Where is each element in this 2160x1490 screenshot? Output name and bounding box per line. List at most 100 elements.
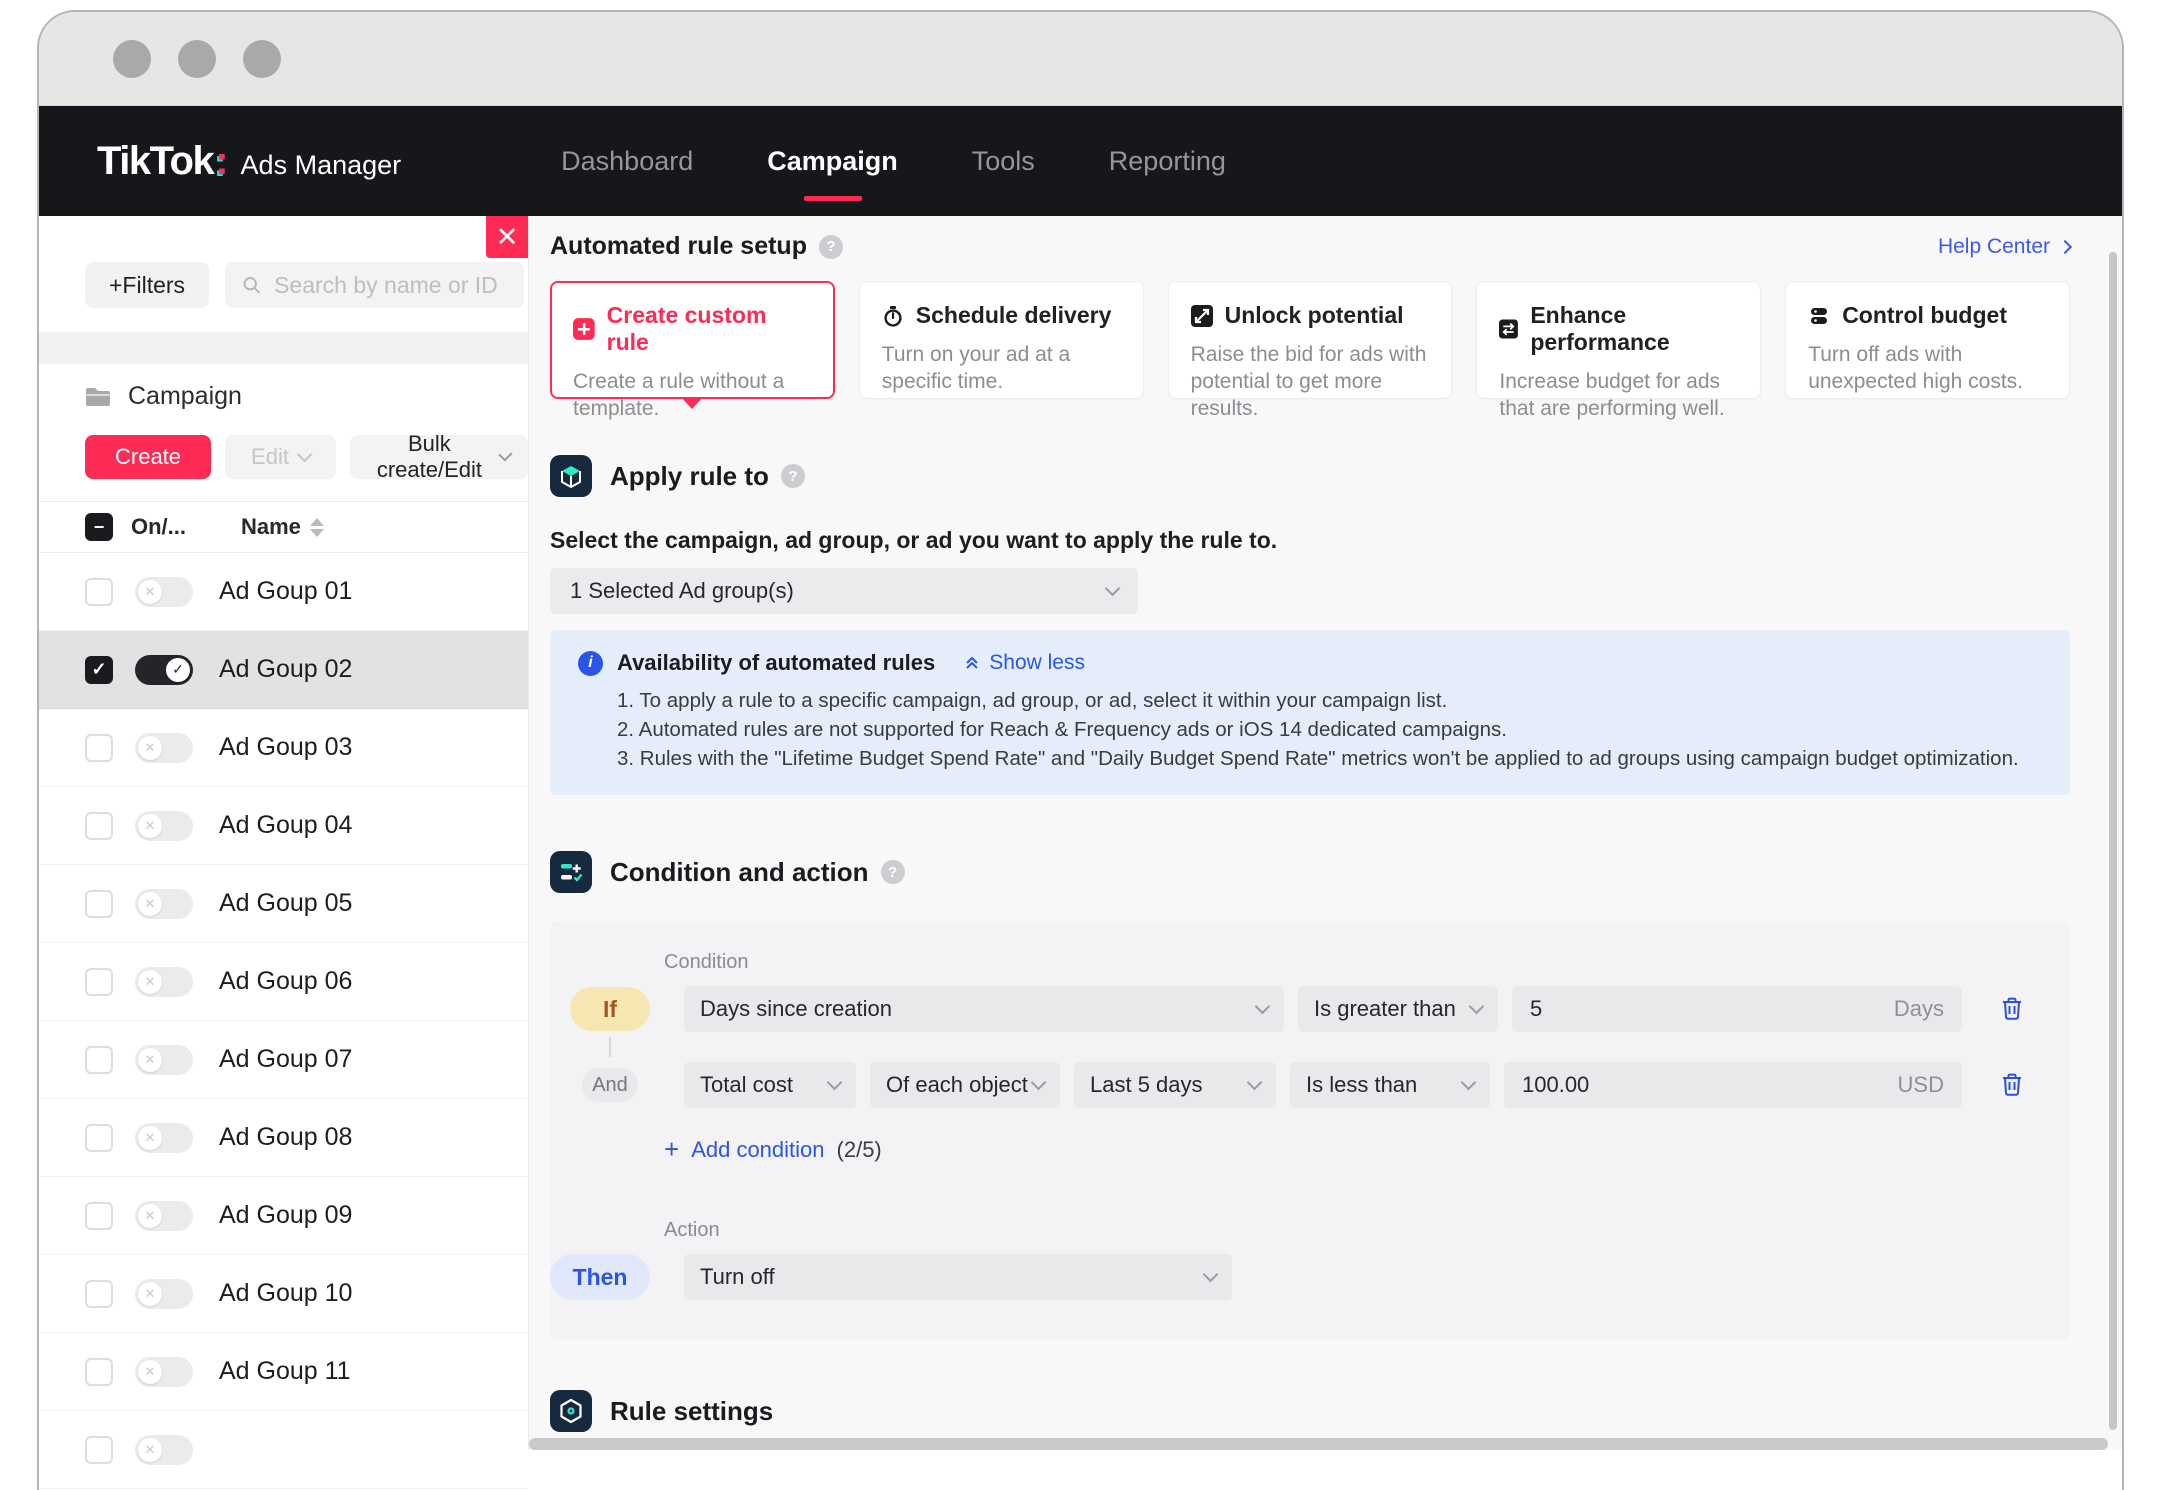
row-toggle[interactable]: ✕ [135, 576, 193, 607]
threshold-input[interactable]: 100.00 USD [1504, 1062, 1962, 1108]
row-checkbox[interactable] [85, 1123, 113, 1152]
template-card-create-custom-rule[interactable]: Create custom rule Create a rule without… [550, 281, 835, 420]
column-header-name[interactable]: Name [241, 514, 324, 540]
row-checkbox[interactable] [85, 889, 113, 918]
column-header-on[interactable]: On/... [131, 514, 201, 540]
sort-icon[interactable] [309, 517, 324, 537]
table-row[interactable]: ✕ Ad Goup 09 [39, 1177, 528, 1255]
template-card-enhance-performance[interactable]: Enhance performance Increase budget for … [1476, 281, 1762, 420]
row-name: Ad Goup 08 [219, 1123, 353, 1151]
action-row: Then Turn off [550, 1254, 2026, 1300]
table-row[interactable]: ✕ Ad Goup 04 [39, 787, 528, 865]
chevron-right-icon [2057, 239, 2073, 254]
table-row[interactable]: ✓ ✓ Ad Goup 02 [39, 631, 528, 709]
operator-select[interactable]: Is less than [1290, 1062, 1490, 1108]
template-card-schedule-delivery[interactable]: Schedule delivery Turn on your ad at a s… [858, 281, 1144, 399]
row-toggle[interactable]: ✕ [135, 966, 193, 997]
help-tooltip-icon[interactable]: ? [780, 464, 805, 488]
row-checkbox[interactable] [85, 967, 113, 996]
row-toggle[interactable]: ✕ [135, 810, 193, 841]
select-all-checkbox[interactable]: − [85, 513, 113, 541]
table-row[interactable]: ✕ Ad Goup 06 [39, 943, 528, 1021]
condition-row-and: And Total cost Of each object Last 5 day… [570, 1062, 2026, 1108]
help-tooltip-icon[interactable]: ? [818, 234, 843, 259]
table-row[interactable]: ✕ Ad Goup 07 [39, 1021, 528, 1099]
filters-button[interactable]: +Filters [85, 262, 210, 308]
row-checkbox[interactable] [85, 1279, 113, 1308]
nav-item-campaign[interactable]: Campaign [767, 138, 898, 185]
metric-select[interactable]: Days since creation [684, 986, 1284, 1032]
row-checkbox[interactable] [85, 733, 113, 762]
sidebar-close-button[interactable]: ✕ [486, 216, 528, 258]
row-toggle[interactable]: ✕ [135, 1200, 193, 1231]
bulk-create-edit-button[interactable]: Bulk create/Edit [349, 431, 528, 482]
condition-list-icon [550, 851, 592, 893]
nav-item-tools[interactable]: Tools [972, 138, 1035, 185]
operator-value: Is less than [1306, 1072, 1418, 1097]
nav-item-reporting[interactable]: Reporting [1109, 138, 1226, 185]
section-title: Rule settings [610, 1395, 774, 1426]
row-toggle[interactable]: ✓ [135, 654, 193, 685]
and-badge: And [582, 1068, 638, 1102]
template-card-control-budget[interactable]: Control budget Turn off ads with unexpec… [1785, 281, 2070, 399]
create-button[interactable]: Create [85, 435, 212, 479]
window-control-dot[interactable] [178, 39, 216, 78]
chevron-down-icon [296, 446, 313, 462]
row-name: Ad Goup 04 [219, 811, 353, 839]
window-control-dot[interactable] [243, 39, 281, 78]
row-name: Ad Goup 06 [219, 967, 353, 995]
row-checkbox[interactable] [85, 577, 113, 606]
delete-condition-button[interactable] [1998, 995, 2026, 1023]
scope-select[interactable]: Of each object [870, 1062, 1060, 1108]
vertical-scrollbar[interactable] [2109, 252, 2117, 1430]
help-center-link[interactable]: Help Center [1938, 235, 2073, 259]
row-toggle[interactable]: ✕ [135, 1278, 193, 1309]
add-condition-button[interactable]: + Add condition (2/5) [664, 1134, 2026, 1165]
table-row[interactable]: ✕ Ad Goup 05 [39, 865, 528, 943]
show-less-link[interactable]: Show less [963, 651, 1085, 675]
table-row[interactable]: ✕ Ad Goup 03 [39, 709, 528, 787]
row-toggle[interactable]: ✕ [135, 732, 193, 763]
apply-rule-title: Apply rule to [610, 460, 769, 491]
action-select[interactable]: Turn off [684, 1254, 1232, 1300]
edit-button[interactable]: Edit [225, 435, 336, 479]
row-toggle[interactable]: ✕ [135, 1356, 193, 1387]
table-row[interactable]: ✕ Ad Goup 01 [39, 553, 528, 631]
card-title: Create custom rule [606, 302, 767, 355]
row-name: Ad Goup 05 [219, 889, 353, 917]
nav-item-dashboard[interactable]: Dashboard [561, 138, 693, 185]
campaign-tree-item[interactable]: Campaign [39, 364, 528, 427]
table-row[interactable]: ✕ Ad Goup 11 [39, 1333, 528, 1411]
delete-condition-button[interactable] [1998, 1071, 2026, 1099]
row-checkbox[interactable] [85, 811, 113, 840]
table-row[interactable]: ✕ Ad Goup 08 [39, 1099, 528, 1177]
threshold-input[interactable]: 5 Days [1512, 986, 1962, 1032]
row-checkbox[interactable] [85, 1201, 113, 1230]
row-toggle[interactable]: ✕ [135, 1122, 193, 1153]
sidebar-actions: Create Edit Bulk create/Edit [39, 427, 528, 501]
row-toggle[interactable]: ✕ [135, 1044, 193, 1075]
window-titlebar [39, 12, 2122, 106]
row-toggle[interactable]: ✕ [135, 1434, 193, 1465]
table-row[interactable]: ✕ Ad Goup 10 [39, 1255, 528, 1333]
time-range-select[interactable]: Last 5 days [1074, 1062, 1276, 1108]
cube-icon [550, 455, 592, 497]
metric-select[interactable]: Total cost [684, 1062, 856, 1108]
template-card-unlock-potential[interactable]: Unlock potential Raise the bid for ads w… [1167, 281, 1453, 420]
double-chevron-up-icon [966, 656, 978, 669]
operator-select[interactable]: Is greater than [1298, 986, 1498, 1032]
row-name: Ad Goup 03 [219, 733, 353, 761]
rule-setup-panel: Automated rule setup ? Help Center Creat… [529, 216, 2122, 1450]
window-control-dot[interactable] [113, 39, 151, 78]
search-input[interactable] [274, 271, 508, 299]
tiktok-logo[interactable]: TikTok : Ads Manager [97, 139, 401, 184]
row-checkbox[interactable] [85, 1357, 113, 1386]
row-checkbox[interactable] [85, 1045, 113, 1074]
card-description: Turn on your ad at a specific time. [881, 343, 1071, 393]
table-row[interactable]: ✕ [39, 1411, 528, 1489]
selected-adgroups-dropdown[interactable]: 1 Selected Ad group(s) [550, 568, 1138, 614]
search-box[interactable] [225, 262, 524, 308]
help-tooltip-icon[interactable]: ? [880, 860, 905, 884]
row-checkbox[interactable]: ✓ [85, 655, 113, 684]
row-toggle[interactable]: ✕ [135, 888, 193, 919]
